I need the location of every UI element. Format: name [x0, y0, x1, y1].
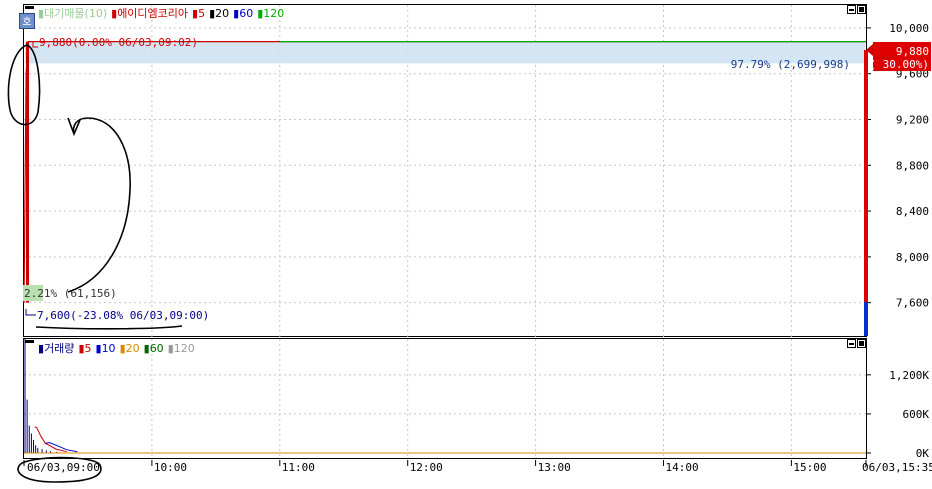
time-tick-label: 06/03,09:00 [27, 461, 100, 474]
price-tick-label: 8,000 [896, 251, 929, 264]
price-tick-label: 10,000 [889, 22, 929, 35]
low-marker-text: 7,600(-23.08% 06/03,09:00) [37, 309, 209, 322]
volume-tick-label: 600K [903, 408, 930, 421]
volume-tick-label: 0K [916, 447, 930, 460]
user-drawing-annotations [7, 44, 183, 483]
time-tick-label: 15:00 [793, 461, 826, 474]
time-tick-label: 10:00 [154, 461, 187, 474]
current-price-badge: 9,880 ( 30.00%) [866, 42, 931, 71]
volume-legend-item: 10 [102, 342, 116, 355]
time-tick-label: 14:00 [665, 461, 698, 474]
low-marker: 7,600(-23.08% 06/03,09:00) [25, 309, 209, 322]
time-tick-label: 11:00 [282, 461, 315, 474]
current-change-text: ( 30.00%) [869, 58, 929, 71]
time-tick-label: 12:00 [410, 461, 443, 474]
volume-panel-maximize-icon[interactable] [857, 339, 866, 348]
hoga-button[interactable]: 호 [19, 13, 35, 29]
price-series-layer [23, 40, 866, 303]
right-price-bar-base [864, 302, 868, 336]
volume-legend-item: 20 [126, 342, 140, 355]
price-panel-minimize-icon[interactable] [847, 5, 856, 14]
price-series-line [23, 40, 866, 303]
high-marker: 9,880(0.00% 06/03,09:02) [32, 36, 198, 49]
price-candle [26, 41, 29, 303]
volume-tick-label: 1,200K [889, 369, 929, 382]
volume-legend: ▮거래량 ▮5 ▮10 ▮20 ▮60 ▮120 [38, 342, 195, 355]
volume-panel-drag-handle-icon[interactable] [25, 340, 34, 343]
time-tick-label: 06/03,15:35 [862, 461, 932, 474]
price-legend-item: 5 [198, 7, 205, 20]
band-bottom-label: 2.21% (61,156) [24, 287, 117, 300]
grid-lines [24, 5, 866, 459]
price-panel-maximize-icon[interactable] [857, 5, 866, 14]
price-legend-item: 60 [239, 7, 253, 20]
current-price-text: 9,880 [896, 45, 929, 58]
price-tick-label: 7,600 [896, 297, 929, 310]
price-tick-label: 9,200 [896, 113, 929, 126]
volume-panel-frame [23, 338, 867, 459]
price-tick-label: 8,800 [896, 159, 929, 172]
volume-bars-layer [24, 339, 866, 454]
volume-legend-item: 거래량 [44, 342, 74, 355]
hoga-button-label: 호 [22, 16, 31, 28]
price-legend: ▮대기매물(10) ▮에이디엠코리아 ▮5 ▮20 ▮60 ▮120 [38, 7, 284, 20]
right-price-bar [864, 50, 868, 302]
volume-panel-minimize-icon[interactable] [847, 339, 856, 348]
user-arrow-curve [67, 117, 131, 293]
band-top-label: 97.79% (2,699,998) [731, 58, 850, 71]
volume-legend-item: 5 [85, 342, 92, 355]
price-tick-label: 8,400 [896, 205, 929, 218]
chart-canvas: 10,0009,6009,2008,8008,4008,0007,6001,20… [7, 4, 932, 483]
price-legend-item: 대기매물(10) [44, 7, 107, 20]
volume-legend-item: 120 [174, 342, 195, 355]
volume-legend-item: 60 [150, 342, 164, 355]
price-legend-item: 에이디엠코리아 [117, 7, 188, 20]
user-underline-low [35, 325, 183, 330]
chart-window: 10,000 9,600 9,200 8,800 8,400 8,000 7,600 1,20… [0, 0, 932, 486]
high-marker-text: 9,880(0.00% 06/03,09:02) [39, 36, 198, 49]
price-legend-item: 20 [215, 7, 229, 20]
time-tick-label: 13:00 [538, 461, 571, 474]
axis-labels: 10,0009,6009,2008,8008,4008,0007,6001,20… [23, 22, 932, 474]
panel-drag-handle-icon[interactable] [25, 6, 34, 9]
price-legend-item: 120 [263, 7, 284, 20]
